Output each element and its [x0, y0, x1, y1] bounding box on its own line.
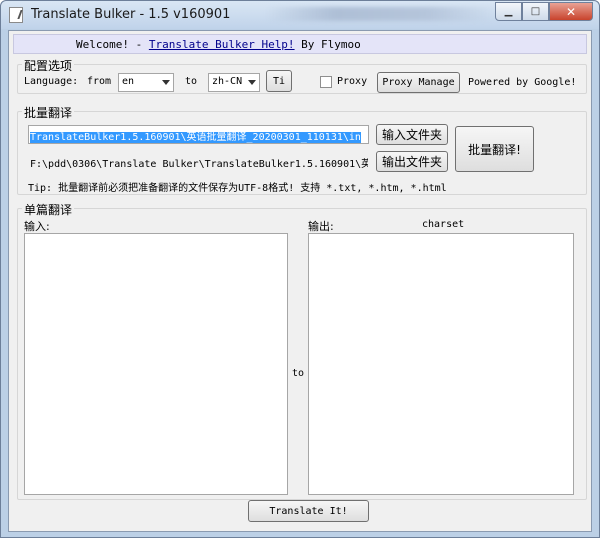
language-label: Language: — [24, 76, 79, 87]
output-folder-field[interactable]: F:\pdd\0306\Translate Bulker\TranslateBu… — [28, 152, 369, 171]
app-window: Translate Bulker - 1.5 v160901 ▁ □ ✕ Wel… — [0, 0, 600, 538]
from-label: from — [87, 76, 112, 87]
translate-it-button[interactable]: Translate It! — [248, 500, 369, 522]
single-output-label: 输出: — [308, 220, 334, 233]
welcome-prefix: Welcome! - — [76, 38, 149, 51]
single-to-label: to — [292, 368, 305, 379]
input-folder-button[interactable]: 输入文件夹 — [376, 124, 448, 145]
chevron-down-icon — [248, 80, 256, 85]
powered-by-label: Powered by Google! — [468, 77, 577, 88]
config-group-title: 配置选项 — [22, 57, 75, 74]
proxy-manage-button[interactable]: Proxy Manage — [377, 72, 460, 93]
input-folder-path: TranslateBulker1.5.160901\英语批量翻译_2020030… — [30, 132, 361, 143]
output-folder-button[interactable]: 输出文件夹 — [376, 151, 448, 172]
batch-group-title: 批量翻译 — [22, 104, 75, 121]
window-title: Translate Bulker - 1.5 v160901 — [31, 7, 231, 22]
output-folder-path: F:\pdd\0306\Translate Bulker\TranslateBu… — [30, 159, 369, 170]
help-link[interactable]: Translate Bulker Help! — [149, 38, 295, 51]
proxy-label: Proxy — [337, 76, 368, 87]
to-language-select[interactable]: zh-CN — [208, 73, 260, 92]
app-icon — [9, 7, 23, 23]
charset-label: charset — [422, 219, 465, 230]
batch-translate-button[interactable]: 批量翻译! — [455, 126, 534, 172]
minimize-button[interactable]: ▁ — [495, 2, 522, 21]
single-group-title: 单篇翻译 — [22, 201, 75, 218]
from-language-select[interactable]: en — [118, 73, 174, 92]
tip-text: Tip: 批量翻译前必须把准备翻译的文件保存为UTF-8格式! 支持 *.txt… — [28, 183, 447, 194]
single-output-textarea[interactable] — [308, 233, 574, 495]
welcome-suffix: By Flymoo — [294, 38, 361, 51]
maximize-button[interactable]: □ — [522, 2, 549, 21]
from-language-value: en — [122, 76, 135, 87]
input-folder-field[interactable]: TranslateBulker1.5.160901\英语批量翻译_2020030… — [28, 125, 369, 144]
single-input-label: 输入: — [24, 220, 50, 233]
blurred-region — [266, 7, 496, 21]
welcome-banner: Welcome! - Translate Bulker Help! By Fly… — [13, 34, 587, 54]
proxy-checkbox[interactable] — [320, 76, 332, 88]
title-bar[interactable]: Translate Bulker - 1.5 v160901 ▁ □ ✕ — [1, 1, 599, 29]
to-label: to — [185, 76, 198, 87]
client-area: Welcome! - Translate Bulker Help! By Fly… — [8, 30, 592, 532]
single-input-textarea[interactable] — [24, 233, 288, 495]
close-button[interactable]: ✕ — [549, 2, 593, 21]
to-language-value: zh-CN — [212, 76, 243, 87]
chevron-down-icon — [162, 80, 170, 85]
ti-button[interactable]: Ti — [266, 70, 292, 92]
